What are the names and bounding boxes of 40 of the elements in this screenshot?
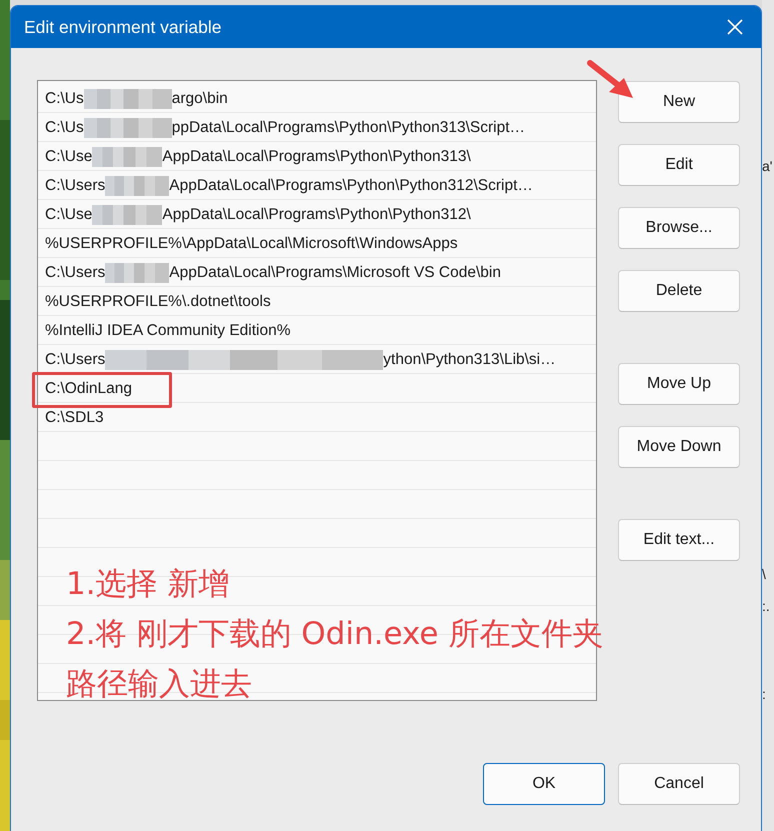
redaction-blur <box>92 204 162 224</box>
button[interactable]: Browse... <box>618 207 740 249</box>
redaction-blur <box>92 146 162 166</box>
list-item-text[interactable]: C:\Users <box>45 176 106 194</box>
button[interactable]: Edit <box>618 144 740 186</box>
annotation-text: 1.选择 新增 <box>66 565 230 604</box>
background-window-text: \ <box>762 566 767 584</box>
list-item-text[interactable]: %USERPROFILE%\AppData\Local\Microsoft\WindowsApps <box>45 234 458 252</box>
background-window-text: :. <box>762 598 771 616</box>
list-item-text[interactable]: AppData\Local\Programs\Python\Python312\Script… <box>169 176 533 194</box>
button[interactable]: Cancel <box>618 763 740 805</box>
button[interactable]: Move Up <box>618 363 740 405</box>
list-item-text[interactable]: AppData\Local\Programs\Python\Python313\ <box>162 148 471 166</box>
list-item-text[interactable]: C:\Users <box>45 264 106 282</box>
list-item-text[interactable]: C:\Use <box>45 206 92 224</box>
button[interactable]: Delete <box>618 270 740 312</box>
list-item-text[interactable]: AppData\Local\Programs\Python\Python312\ <box>162 206 471 224</box>
background-window-text: : <box>762 686 767 704</box>
list-item-text[interactable]: AppData\Local\Programs\Microsoft VS Code\bin <box>169 264 501 282</box>
button[interactable]: Edit text... <box>618 519 740 561</box>
list-item-text[interactable]: argo\bin <box>172 90 228 108</box>
list-item-text[interactable]: %USERPROFILE%\.dotnet\tools <box>45 292 271 310</box>
list-item-text[interactable]: C:\Us <box>45 118 84 136</box>
button[interactable]: OK <box>483 763 605 805</box>
list-item-text[interactable]: ppData\Local\Programs\Python\Python313\Script… <box>172 118 525 136</box>
annotation-text: 路径输入进去 <box>66 665 253 704</box>
button[interactable]: Move Down <box>618 426 740 468</box>
list-item-text[interactable]: C:\OdinLang <box>45 380 132 398</box>
list-item-text[interactable]: ython\Python313\Lib\si… <box>383 350 556 368</box>
list-item-text[interactable]: C:\Users <box>45 350 106 368</box>
list-item-text[interactable]: %IntelliJ IDEA Community Edition% <box>45 322 291 340</box>
list-item-text[interactable]: C:\Use <box>45 148 92 166</box>
redaction-blur <box>105 262 170 282</box>
background-window-text: a' <box>762 158 774 176</box>
button[interactable]: New <box>618 81 740 123</box>
close-icon[interactable] <box>727 19 743 35</box>
redaction-blur <box>105 176 170 196</box>
window-title: Edit environment variable <box>24 16 222 38</box>
list-item-text[interactable]: C:\SDL3 <box>45 408 104 426</box>
list-item-text[interactable]: C:\Us <box>45 90 84 108</box>
